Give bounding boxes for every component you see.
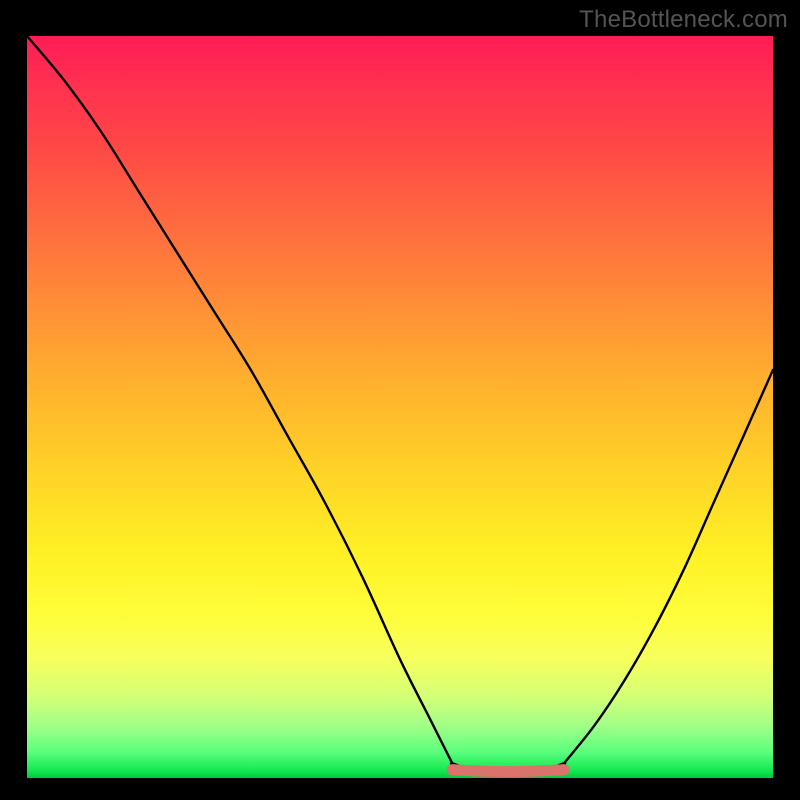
optimal-zone-marker bbox=[452, 770, 564, 772]
watermark-text: TheBottleneck.com bbox=[579, 6, 788, 34]
curve-layer bbox=[27, 36, 773, 778]
chart-container: TheBottleneck.com bbox=[0, 0, 800, 800]
plot-area bbox=[27, 36, 773, 778]
bottleneck-curve bbox=[27, 36, 773, 771]
